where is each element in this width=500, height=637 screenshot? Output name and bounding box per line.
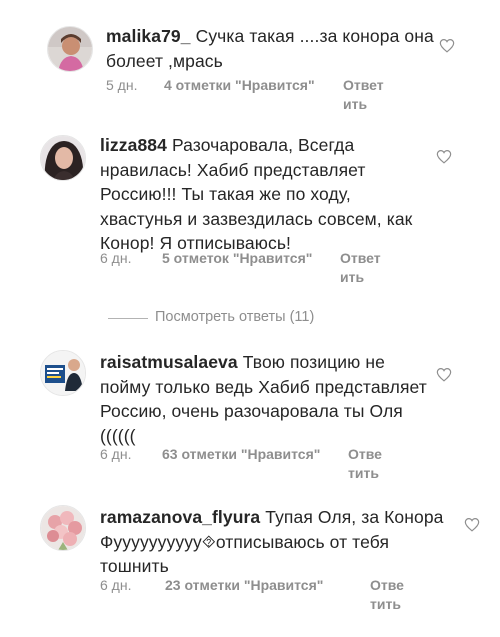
comment-username[interactable]: lizza884 bbox=[100, 135, 167, 155]
comment-likes[interactable]: 4 отметки "Нравится" bbox=[164, 77, 315, 93]
avatar[interactable] bbox=[40, 135, 86, 181]
comment-time: 5 дн. bbox=[106, 77, 138, 93]
view-replies-button[interactable]: Посмотреть ответы (11) bbox=[0, 309, 500, 329]
reply-button[interactable]: Ответить bbox=[348, 445, 388, 483]
comment-time: 6 дн. bbox=[100, 250, 132, 266]
divider bbox=[108, 318, 148, 319]
comment-time: 6 дн. bbox=[100, 446, 132, 462]
reply-button[interactable]: Ответить bbox=[340, 249, 384, 287]
heart-outline-icon[interactable] bbox=[439, 38, 455, 53]
comment-likes[interactable]: 23 отметки "Нравится" bbox=[165, 577, 323, 593]
reply-button[interactable]: Ответить bbox=[370, 576, 410, 614]
reply-button[interactable]: Ответить bbox=[343, 76, 387, 114]
comment-time: 6 дн. bbox=[100, 577, 132, 593]
comment-likes[interactable]: 5 отметок "Нравится" bbox=[162, 250, 312, 266]
view-replies-label[interactable]: Посмотреть ответы (11) bbox=[155, 309, 314, 325]
comment-username[interactable]: ramazanova_flyura bbox=[100, 507, 260, 527]
heart-outline-icon[interactable] bbox=[464, 517, 480, 532]
avatar[interactable] bbox=[47, 26, 93, 72]
comment-username[interactable]: malika79_ bbox=[106, 26, 191, 46]
avatar[interactable] bbox=[40, 505, 86, 551]
comment-likes[interactable]: 63 отметки "Нравится" bbox=[162, 446, 320, 462]
avatar[interactable] bbox=[40, 350, 86, 396]
comment-username[interactable]: raisatmusalaeva bbox=[100, 352, 238, 372]
heart-outline-icon[interactable] bbox=[436, 149, 452, 164]
heart-outline-icon[interactable] bbox=[436, 367, 452, 382]
